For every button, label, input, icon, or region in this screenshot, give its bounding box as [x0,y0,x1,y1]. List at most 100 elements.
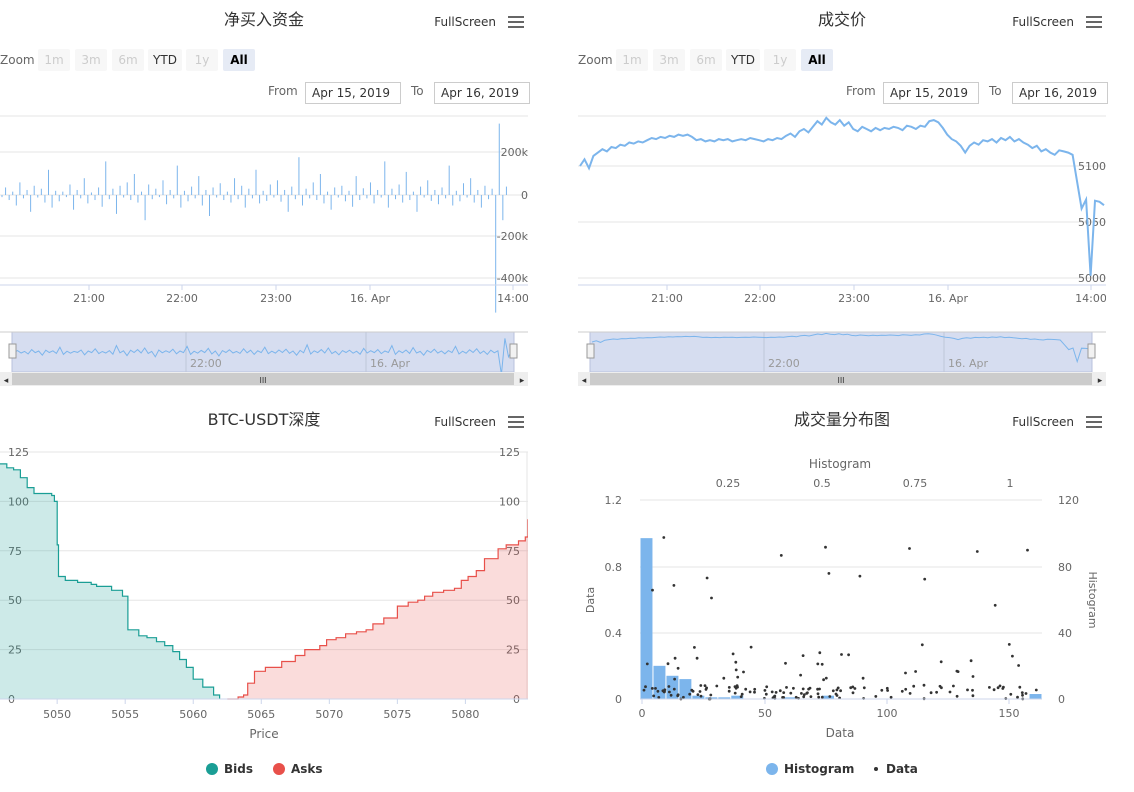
right-y-tick-label: 80 [1058,561,1072,574]
menu-icon[interactable] [508,414,524,428]
navigator-handle-right [1087,343,1096,359]
scatter-point [828,695,832,698]
histogram-bar [1029,694,1042,699]
y-tick-label: 5050 [1078,216,1106,229]
scatter-point [822,678,825,682]
scatter-point [794,695,798,699]
x-tick-label: 14:00 [1075,292,1106,305]
scatter-point [1017,664,1020,667]
y-tick-label: 200k [501,146,528,159]
scatter-point [820,695,824,699]
scatter-point [1007,643,1011,646]
zoom-1m-button[interactable]: 1m [616,49,648,71]
x-tick-label: 21:00 [651,292,683,305]
scatter-point [969,659,973,663]
right-y-tick-label: 0 [1058,693,1065,706]
from-date-input[interactable]: Apr 15, 2019 [883,82,979,104]
scatter-point [704,688,708,691]
scatter-point [652,694,656,698]
scatter-point [996,686,1000,690]
scatter-point [744,687,748,691]
histogram-bar [640,538,653,699]
menu-icon[interactable] [508,14,524,28]
scatter-point [778,689,782,693]
zoom-ytd-button[interactable]: YTD [148,49,182,71]
to-date-input[interactable]: Apr 16, 2019 [1012,82,1108,104]
scatter-point [920,643,924,647]
menu-icon[interactable] [1086,14,1102,28]
zoom-all-button[interactable]: All [801,49,833,71]
scatter-point [952,684,955,688]
legend-histogram[interactable]: Histogram [766,762,854,776]
zoom-1y-button[interactable]: 1y [764,49,796,71]
right-y-tick-label: 40 [1058,627,1072,640]
fullscreen-button[interactable]: FullScreen [1012,15,1074,29]
navigator-label: 22:00 [190,357,222,370]
scatter-point [861,676,865,680]
scatter-point [992,688,996,692]
scatter-point [886,689,889,692]
top-x-tick-label: 0.75 [903,477,928,490]
scatter-point [880,688,884,692]
top-axis-title: Histogram [809,457,871,471]
zoom-3m-button[interactable]: 3m [75,49,107,71]
x-tick-label: 5080 [451,708,479,721]
top-x-tick-label: 0.25 [716,477,741,490]
scatter-point [807,687,810,691]
y-tick-label: -200k [497,230,528,243]
scatter-point [801,687,805,691]
price-line [579,116,1105,276]
scatter-point [824,676,828,680]
zoom-1y-button[interactable]: 1y [186,49,218,71]
scatter-point [966,688,969,692]
scatter-point [695,656,699,660]
scatter-point [1024,692,1028,695]
legend-asks[interactable]: Asks [273,762,323,776]
y-tick-label: 0 [521,189,528,202]
zoom-all-button[interactable]: All [223,49,255,71]
x-tick-label: 14:00 [497,292,528,305]
from-date-input[interactable]: Apr 15, 2019 [305,82,401,104]
price-panel: 成交价 FullScreen Zoom 1m 3m 6m YTD 1y All … [578,0,1108,392]
scatter-point [668,690,671,694]
scatter-point [734,660,738,664]
legend-data[interactable]: Data [874,762,918,776]
legend-bids[interactable]: Bids [206,762,253,776]
scatter-point [727,686,731,689]
scatter-point [809,695,813,698]
scatter-point [644,685,647,689]
scatter-point [971,688,974,692]
fullscreen-button[interactable]: FullScreen [1012,415,1074,429]
fullscreen-button[interactable]: FullScreen [434,15,496,29]
scatter-point [672,687,676,691]
depth-area-asks [227,519,528,699]
x-tick-label: 5050 [43,708,71,721]
scatter-point [645,662,649,666]
scatter-point [955,694,959,698]
zoom-6m-button[interactable]: 6m [112,49,144,71]
scatter-point [667,685,671,688]
x-tick-label: 5060 [179,708,207,721]
from-label: From [268,84,298,98]
zoom-6m-button[interactable]: 6m [690,49,722,71]
scatter-point [748,690,752,694]
zoom-3m-button[interactable]: 3m [653,49,685,71]
zoom-1m-button[interactable]: 1m [38,49,70,71]
scatter-point [900,689,904,693]
scrollbar-grip: III [837,376,844,385]
menu-icon[interactable] [1086,414,1102,428]
scatter-point [736,675,740,679]
zoom-ytd-button[interactable]: YTD [726,49,760,71]
scatter-point [654,687,657,690]
scatter-point [801,654,805,657]
scroll-left-arrow: ◂ [582,376,587,386]
scatter-point [749,645,753,649]
fullscreen-button[interactable]: FullScreen [434,415,496,429]
volume-distribution-panel: 成交量分布图 FullScreen 0 0.4 0.8 1.2 0 40 80 120 Data… [578,400,1106,792]
y-tick-label: 5100 [1078,160,1106,173]
scatter-point [696,693,700,696]
x-tick-label: 50 [758,707,772,720]
scatter-point [662,536,666,539]
to-date-input[interactable]: Apr 16, 2019 [434,82,530,104]
scatter-point [923,577,927,581]
